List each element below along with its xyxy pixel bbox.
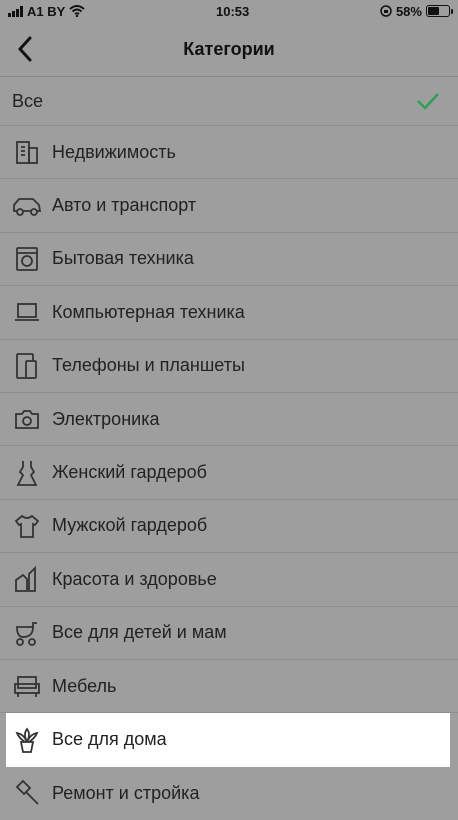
category-item[interactable]: Мебель bbox=[0, 660, 458, 714]
category-all-label: Все bbox=[12, 90, 44, 111]
category-item[interactable]: Телефоны и планшеты bbox=[0, 340, 458, 393]
status-bar: A1 BY 10:53 58% bbox=[0, 0, 458, 22]
category-label: Мебель bbox=[52, 675, 117, 696]
category-list: Все Недвижимость Авто и транспорт Бытова… bbox=[0, 77, 458, 820]
status-left: A1 BY bbox=[8, 4, 85, 19]
camera-icon bbox=[12, 404, 42, 434]
chevron-left-icon bbox=[18, 36, 32, 62]
orientation-lock-icon bbox=[380, 5, 392, 17]
carrier-label: A1 BY bbox=[27, 3, 66, 19]
hammer-icon bbox=[12, 778, 42, 808]
category-item[interactable]: Красота и здоровье bbox=[0, 553, 458, 607]
battery-fill bbox=[427, 7, 439, 15]
wifi-icon bbox=[69, 5, 85, 17]
category-label: Недвижимость bbox=[52, 141, 176, 162]
nav-bar: Категории bbox=[0, 22, 458, 77]
plant-icon bbox=[12, 725, 42, 755]
category-label: Красота и здоровье bbox=[52, 568, 217, 589]
category-label: Мужской гардероб bbox=[52, 515, 208, 536]
category-item[interactable]: Недвижимость bbox=[0, 126, 458, 180]
phone-tablet-icon bbox=[12, 351, 42, 381]
back-button[interactable] bbox=[10, 34, 40, 64]
category-item[interactable]: Женский гардероб bbox=[0, 446, 458, 500]
category-label: Телефоны и планшеты bbox=[52, 355, 245, 376]
building-icon bbox=[12, 137, 42, 167]
category-label: Авто и транспорт bbox=[52, 195, 197, 216]
category-item[interactable]: Все для детей и мам bbox=[0, 607, 458, 660]
category-label: Компьютерная техника bbox=[52, 301, 245, 322]
category-item[interactable]: Ремонт и стройка bbox=[0, 767, 458, 820]
category-item[interactable]: Компьютерная техника bbox=[0, 286, 458, 340]
category-label: Все для детей и мам bbox=[52, 622, 227, 643]
category-item-highlighted[interactable]: Все для дома bbox=[6, 713, 450, 767]
category-item[interactable]: Бытовая техника bbox=[0, 233, 458, 287]
category-label: Женский гардероб bbox=[52, 462, 207, 483]
checkmark-icon bbox=[417, 93, 439, 110]
signal-icon bbox=[8, 5, 23, 17]
laptop-icon bbox=[12, 297, 42, 327]
category-item[interactable]: Авто и транспорт bbox=[0, 179, 458, 233]
category-all[interactable]: Все bbox=[0, 77, 458, 126]
category-label: Бытовая техника bbox=[52, 248, 194, 269]
tshirt-icon bbox=[12, 511, 42, 541]
category-label: Ремонт и стройка bbox=[52, 782, 200, 803]
washing-machine-icon bbox=[12, 244, 42, 274]
battery-icon bbox=[425, 5, 453, 17]
category-label: Электроника bbox=[52, 408, 160, 429]
dress-icon bbox=[12, 458, 42, 488]
battery-percent: 58% bbox=[395, 3, 422, 19]
car-icon bbox=[12, 191, 42, 221]
category-item[interactable]: Мужской гардероб bbox=[0, 500, 458, 554]
stroller-icon bbox=[12, 618, 42, 648]
category-item[interactable]: Электроника bbox=[0, 393, 458, 447]
cosmetics-icon bbox=[12, 564, 42, 594]
page-title: Категории bbox=[183, 38, 275, 59]
armchair-icon bbox=[12, 671, 42, 701]
clock: 10:53 bbox=[216, 3, 250, 19]
status-right: 58% bbox=[380, 3, 453, 19]
category-label: Все для дома bbox=[52, 729, 167, 750]
